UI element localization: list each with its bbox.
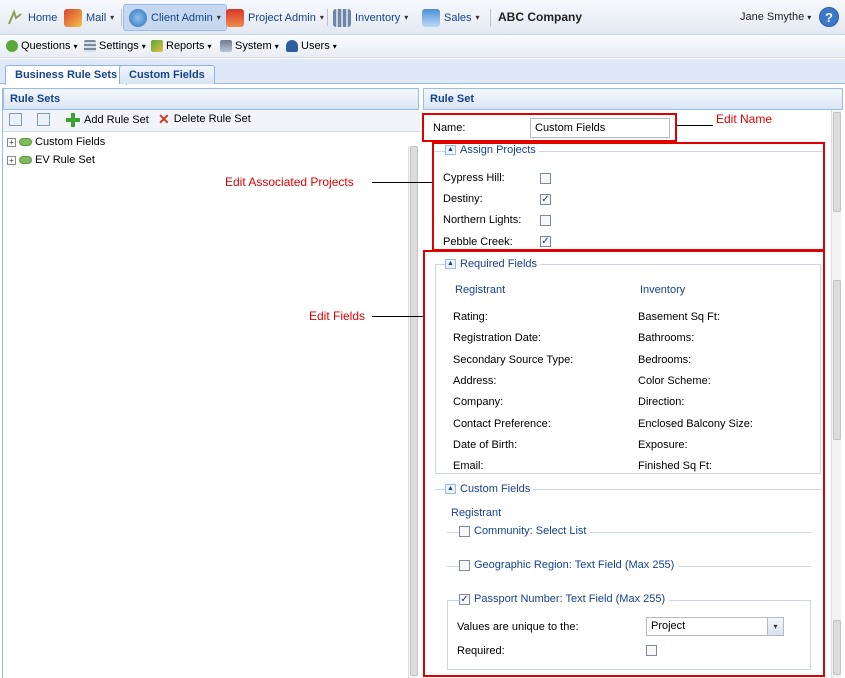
tab-business-rule-sets[interactable]: Business Rule Sets: [5, 65, 128, 85]
edit-fields-highlight: [423, 250, 825, 677]
nav-home[interactable]: Home: [6, 6, 57, 29]
chevron-down-icon: ▾: [274, 41, 279, 51]
rule-set-icon: [19, 156, 32, 164]
tree-item-ev-rule-set[interactable]: + EV Rule Set: [7, 154, 95, 166]
rule-set-icon: [19, 138, 32, 146]
system-icon: [220, 40, 232, 52]
expand-icon[interactable]: +: [7, 137, 16, 147]
rule-sets-header: Rule Sets: [3, 88, 419, 110]
chevron-down-icon: ▾: [319, 13, 324, 22]
menu-system[interactable]: System ▾: [220, 40, 279, 52]
edit-name-annotation: Edit Name: [716, 112, 773, 126]
question-icon: [6, 40, 18, 52]
chevron-down-icon: ▾: [807, 13, 812, 22]
menu-reports[interactable]: Reports ▾: [151, 40, 212, 52]
expand-icon[interactable]: +: [7, 155, 16, 165]
rule-sets-panel: Rule Sets Add Rule Set ✕ Delete Rule Set…: [2, 88, 420, 678]
nav-sales[interactable]: Sales ▾: [422, 6, 480, 29]
rule-set-header: Rule Set: [423, 88, 843, 110]
delete-icon: ✕: [158, 111, 170, 127]
tree-item-custom-fields[interactable]: + Custom Fields: [7, 136, 105, 148]
scroll-thumb-2[interactable]: [833, 280, 841, 440]
building-icon: [333, 8, 351, 27]
divider: [490, 9, 491, 26]
edit-projects-highlight: [432, 142, 825, 251]
rule-sets-toolbar: Add Rule Set ✕ Delete Rule Set: [3, 110, 420, 132]
menu-settings[interactable]: Settings ▾: [84, 40, 146, 52]
divider: [121, 9, 122, 26]
left-scrollbar[interactable]: [408, 146, 418, 678]
nav-inventory[interactable]: Inventory ▾: [333, 6, 408, 29]
menu-questions[interactable]: Questions ▾: [6, 40, 78, 52]
chevron-down-icon: ▾: [110, 13, 115, 22]
edit-fields-annotation: Edit Fields: [309, 309, 366, 323]
collapse-all-icon: [37, 113, 50, 126]
company-name: ABC Company: [498, 10, 583, 24]
chevron-down-icon: ▾: [404, 13, 409, 22]
scroll-thumb[interactable]: [833, 112, 841, 212]
nav-mail[interactable]: Mail ▾: [64, 6, 114, 29]
edit-fields-leader: [372, 316, 423, 317]
add-icon: [66, 113, 80, 127]
settings-icon: [84, 40, 96, 52]
nav-project-admin[interactable]: Project Admin ▾: [226, 6, 324, 29]
edit-name-leader: [677, 125, 713, 126]
expand-all-button[interactable]: [9, 113, 22, 126]
tab-custom-fields[interactable]: Custom Fields: [119, 65, 215, 84]
chevron-down-icon: ▾: [475, 13, 480, 22]
mail-icon: [64, 8, 82, 27]
sales-house-icon: [422, 8, 440, 27]
user-menu[interactable]: Jane Smythe ▾: [740, 11, 811, 23]
edit-projects-annotation: Edit Associated Projects: [225, 175, 354, 189]
edit-projects-leader: [372, 182, 432, 183]
scroll-thumb-3[interactable]: [833, 620, 841, 675]
right-scrollbar[interactable]: [831, 110, 841, 678]
chevron-down-icon: ▾: [332, 41, 337, 51]
delete-rule-set-button[interactable]: ✕ Delete Rule Set: [158, 111, 251, 127]
secondary-navigation-bar: Questions ▾ Settings ▾ Reports ▾ System …: [0, 36, 845, 58]
divider: [327, 9, 328, 26]
globe-icon: [129, 8, 147, 27]
reports-icon: [151, 40, 163, 52]
expand-all-icon: [9, 113, 22, 126]
help-icon[interactable]: ?: [819, 7, 839, 27]
add-rule-set-button[interactable]: Add Rule Set: [66, 113, 149, 127]
nav-client-admin[interactable]: Client Admin ▾: [123, 4, 227, 31]
chevron-down-icon: ▾: [141, 41, 146, 51]
house-icon: [226, 8, 244, 27]
menu-users[interactable]: Users ▾: [286, 40, 337, 52]
top-navigation-bar: Home Mail ▾ Client Admin ▾ Project Admin…: [0, 0, 845, 35]
home-icon: [6, 8, 24, 27]
scroll-thumb[interactable]: [410, 146, 418, 676]
collapse-all-button[interactable]: [37, 113, 50, 126]
edit-name-highlight: [422, 113, 677, 142]
tab-strip: Business Rule Sets Custom Fields: [0, 59, 845, 85]
chevron-down-icon: ▾: [73, 41, 78, 51]
chevron-down-icon: ▾: [207, 41, 212, 51]
user-icon: [286, 40, 298, 52]
chevron-down-icon: ▾: [216, 13, 221, 22]
